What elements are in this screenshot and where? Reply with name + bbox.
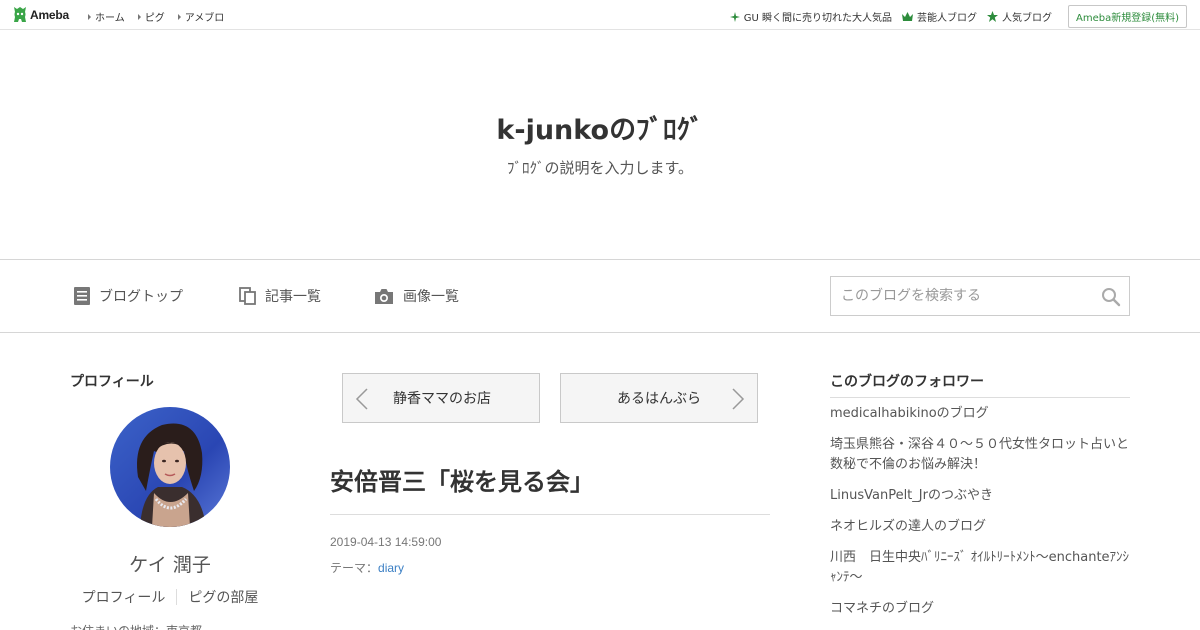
global-nav-ameblo[interactable]: アメブロ (177, 9, 225, 24)
nav-image-list[interactable]: 画像一覧 (374, 286, 459, 306)
sparkle-icon (729, 11, 740, 22)
avatar[interactable] (110, 407, 230, 527)
global-header-links: GU 瞬く間に売り切れた大人気品 芸能人ブログ 人気ブログ Ameba新規登録(… (729, 5, 1187, 28)
profile-link[interactable]: プロフィール (71, 587, 177, 607)
celebrity-blog-label: 芸能人ブログ (916, 13, 977, 24)
promo-link-label: GU 瞬く間に売り切れた大人気品 (743, 13, 892, 24)
follower-item[interactable]: medicalhabikinoのブログ (830, 404, 1130, 424)
entry-theme: テーマ：diary (330, 559, 404, 576)
blog-nav: ブログトップ 記事一覧 画像一覧 (0, 259, 1200, 333)
profile-photo (110, 407, 230, 527)
chevron-right-icon (732, 388, 745, 410)
next-entry-button[interactable]: あるはんぶら (560, 373, 758, 423)
ameba-logo[interactable]: Ameba (13, 6, 69, 23)
prev-entry-button[interactable]: 静香ママのお店 (342, 373, 540, 423)
follower-item[interactable]: 埼玉県熊谷・深谷４０～５０代女性タロット占いと数秘で不倫のお悩み解決！ (830, 435, 1130, 475)
global-header: Ameba ホーム ピグ アメブロ GU 瞬く間に売り切れた大人気品 芸能人ブロ… (0, 0, 1200, 30)
document-icon (74, 287, 90, 305)
global-nav-label: ピグ (144, 13, 165, 24)
logo-text: Ameba (30, 7, 70, 22)
entry-theme-prefix: テーマ： (330, 561, 379, 575)
nav-label: 画像一覧 (403, 289, 459, 305)
profile-location: お住まいの地域：東京都 (70, 622, 202, 630)
pigg-room-link[interactable]: ピグの部屋 (177, 587, 269, 607)
caret-right-icon (137, 13, 141, 20)
nav-label: 記事一覧 (265, 289, 321, 305)
star-icon (986, 11, 998, 22)
blog-title[interactable]: k-junkoのﾌﾞﾛｸﾞ (0, 108, 1200, 147)
camera-icon (375, 288, 393, 304)
followers-heading: このブログのフォロワー (830, 374, 984, 390)
search-input[interactable] (831, 277, 1091, 315)
ameba-mascot-icon (14, 7, 26, 22)
crown-icon (901, 12, 913, 21)
caret-right-icon (88, 13, 91, 20)
follower-item[interactable]: 川西 日生中央ﾊﾞﾘﾆｰｽﾞ ｵｲﾙﾄﾘｰﾄﾒﾝﾄ〜enchanteｱﾝｼｬﾝﾃ… (830, 548, 1130, 588)
global-nav-home[interactable]: ホーム (88, 9, 125, 24)
nav-blog-top[interactable]: ブログトップ (74, 286, 183, 306)
global-nav: ホーム ピグ アメブロ (88, 9, 224, 24)
follower-item[interactable]: LinusVanPelt_Jrのつぶやき (830, 486, 1130, 506)
nav-entry-list[interactable]: 記事一覧 (239, 286, 321, 306)
blog-search (830, 276, 1130, 316)
blog-description: ﾌﾞﾛｸﾞの説明を入力します。 (506, 159, 693, 177)
entry-date: 2019-04-13 14:59:00 (330, 535, 442, 549)
search-icon[interactable] (1101, 287, 1121, 307)
profile-links: プロフィール ピグの部屋 (70, 587, 270, 607)
followers-list: medicalhabikinoのブログ 埼玉県熊谷・深谷４０～５０代女性タロット… (830, 404, 1130, 630)
global-nav-pigg[interactable]: ピグ (137, 9, 165, 24)
nav-label: ブログトップ (99, 289, 183, 305)
register-button[interactable]: Ameba新規登録(無料) (1067, 5, 1187, 28)
entry-theme-link[interactable]: diary (378, 561, 404, 575)
global-nav-label: アメブロ (184, 13, 225, 24)
prev-entry-label: 静香ママのお店 (393, 391, 491, 407)
divider (830, 397, 1130, 398)
popular-blog-label: 人気ブログ (1001, 13, 1052, 24)
profile-heading: プロフィール (70, 374, 154, 390)
promo-link-gu[interactable]: GU 瞬く間に売り切れた大人気品 (729, 9, 892, 24)
caret-right-icon (177, 13, 181, 20)
global-nav-label: ホーム (95, 13, 125, 24)
follower-item[interactable]: ネオヒルズの達人のブログ (830, 517, 1130, 537)
divider (330, 514, 770, 515)
next-entry-label: あるはんぶら (617, 391, 701, 407)
celebrity-blog-link[interactable]: 芸能人ブログ (901, 9, 977, 24)
chevron-left-icon (355, 388, 368, 410)
popular-blog-link[interactable]: 人気ブログ (986, 9, 1052, 24)
entry-title[interactable]: 安倍晋三「桜を見る会」 (330, 462, 594, 497)
profile-name[interactable]: ケイ 潤子 (70, 550, 270, 577)
follower-item[interactable]: コマネチのブログ (830, 599, 1130, 619)
copy-icon (239, 287, 256, 305)
